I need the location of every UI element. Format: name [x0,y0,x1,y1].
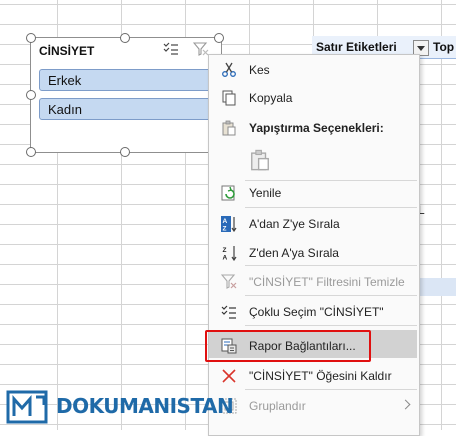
resize-handle-bottom-left[interactable] [26,147,36,157]
slicer-title: CİNSİYET [39,44,95,58]
scissors-icon [222,62,236,77]
menu-separator [245,389,417,390]
resize-handle-top-right[interactable] [214,33,224,43]
resize-handle-top[interactable] [120,33,130,43]
menu-item-label: Kopyala [249,91,293,105]
logo-text: DOKUMANISTAN [56,394,234,418]
resize-handle-bottom[interactable] [120,147,130,157]
copy-icon [222,90,236,106]
menu-item-label: Kes [249,63,270,77]
menu-separator [245,325,417,326]
clear-filter-icon[interactable] [193,42,209,56]
svg-text:Z: Z [223,226,227,233]
refresh-icon [221,185,235,201]
paste-option-button[interactable] [209,145,419,175]
menu-separator [245,265,417,266]
menu-item-copy[interactable]: Kopyala [209,85,419,111]
menu-item-clear-filter[interactable]: "CİNSİYET" Filtresini Temizle [209,269,419,295]
menu-item-label: Z'den A'ya Sırala [249,246,339,260]
pivot-column-header[interactable]: Top [433,40,454,54]
slicer-item-label: Kadın [48,102,82,117]
menu-item-label: Yapıştırma Seçenekleri: [249,121,384,135]
svg-text:A: A [223,218,228,225]
remove-x-icon [222,369,236,383]
menu-item-label: Çoklu Seçim "CİNSİYET" [249,305,384,319]
slicer-item-kadin[interactable]: Kadın [39,98,225,120]
menu-item-label: A'dan Z'ye Sırala [249,217,340,231]
multi-select-icon[interactable] [163,42,179,56]
sort-az-icon: A Z [221,216,237,232]
menu-separator [245,295,417,296]
menu-item-label: Yenile [249,186,282,200]
chevron-right-icon [400,399,411,410]
resize-handle-top-left[interactable] [26,33,36,43]
menu-item-refresh[interactable]: Yenile [209,180,419,206]
menu-item-cut[interactable]: Kes [209,57,419,83]
menu-item-group[interactable]: Gruplandır [209,393,419,419]
resize-handle-left[interactable] [26,90,36,100]
pivot-row-labels-header[interactable]: Satır Etiketleri [316,40,397,54]
context-menu: Kes Kopyala Yapıştırma Seçenekleri: Yeni… [208,54,420,436]
paste-option-icon [251,149,269,171]
paste-icon [222,120,236,136]
menu-item-label: "CİNSİYET" Öğesini Kaldır [249,369,392,383]
logo-mark-icon [6,390,48,424]
clear-filter-icon [221,274,237,289]
slicer-item-label: Erkek [48,73,82,88]
pivot-total-row [418,278,456,296]
menu-item-multi-select[interactable]: Çoklu Seçim "CİNSİYET" [209,299,419,325]
slicer-item-erkek[interactable]: Erkek [39,69,225,91]
multi-select-icon [221,305,236,319]
svg-text:A: A [223,255,228,262]
menu-item-paste-options: Yapıştırma Seçenekleri: [209,115,419,141]
sort-za-icon: Z A [223,246,237,262]
highlight-annotation-box [205,330,371,362]
svg-text:Z: Z [223,247,227,254]
menu-item-remove-slicer[interactable]: "CİNSİYET" Öğesini Kaldır [209,363,419,389]
menu-separator [245,207,417,208]
menu-item-label: Gruplandır [249,399,306,413]
dokumanistan-logo: DOKUMANISTAN [6,389,234,425]
menu-item-sort-za[interactable]: Z A Z'den A'ya Sırala [209,240,419,266]
slicer-cinsiyet[interactable]: CİNSİYET Erkek Kadın [30,37,225,153]
menu-item-label: "CİNSİYET" Filtresini Temizle [249,275,405,289]
menu-item-sort-az[interactable]: A Z A'dan Z'ye Sırala [209,211,419,237]
